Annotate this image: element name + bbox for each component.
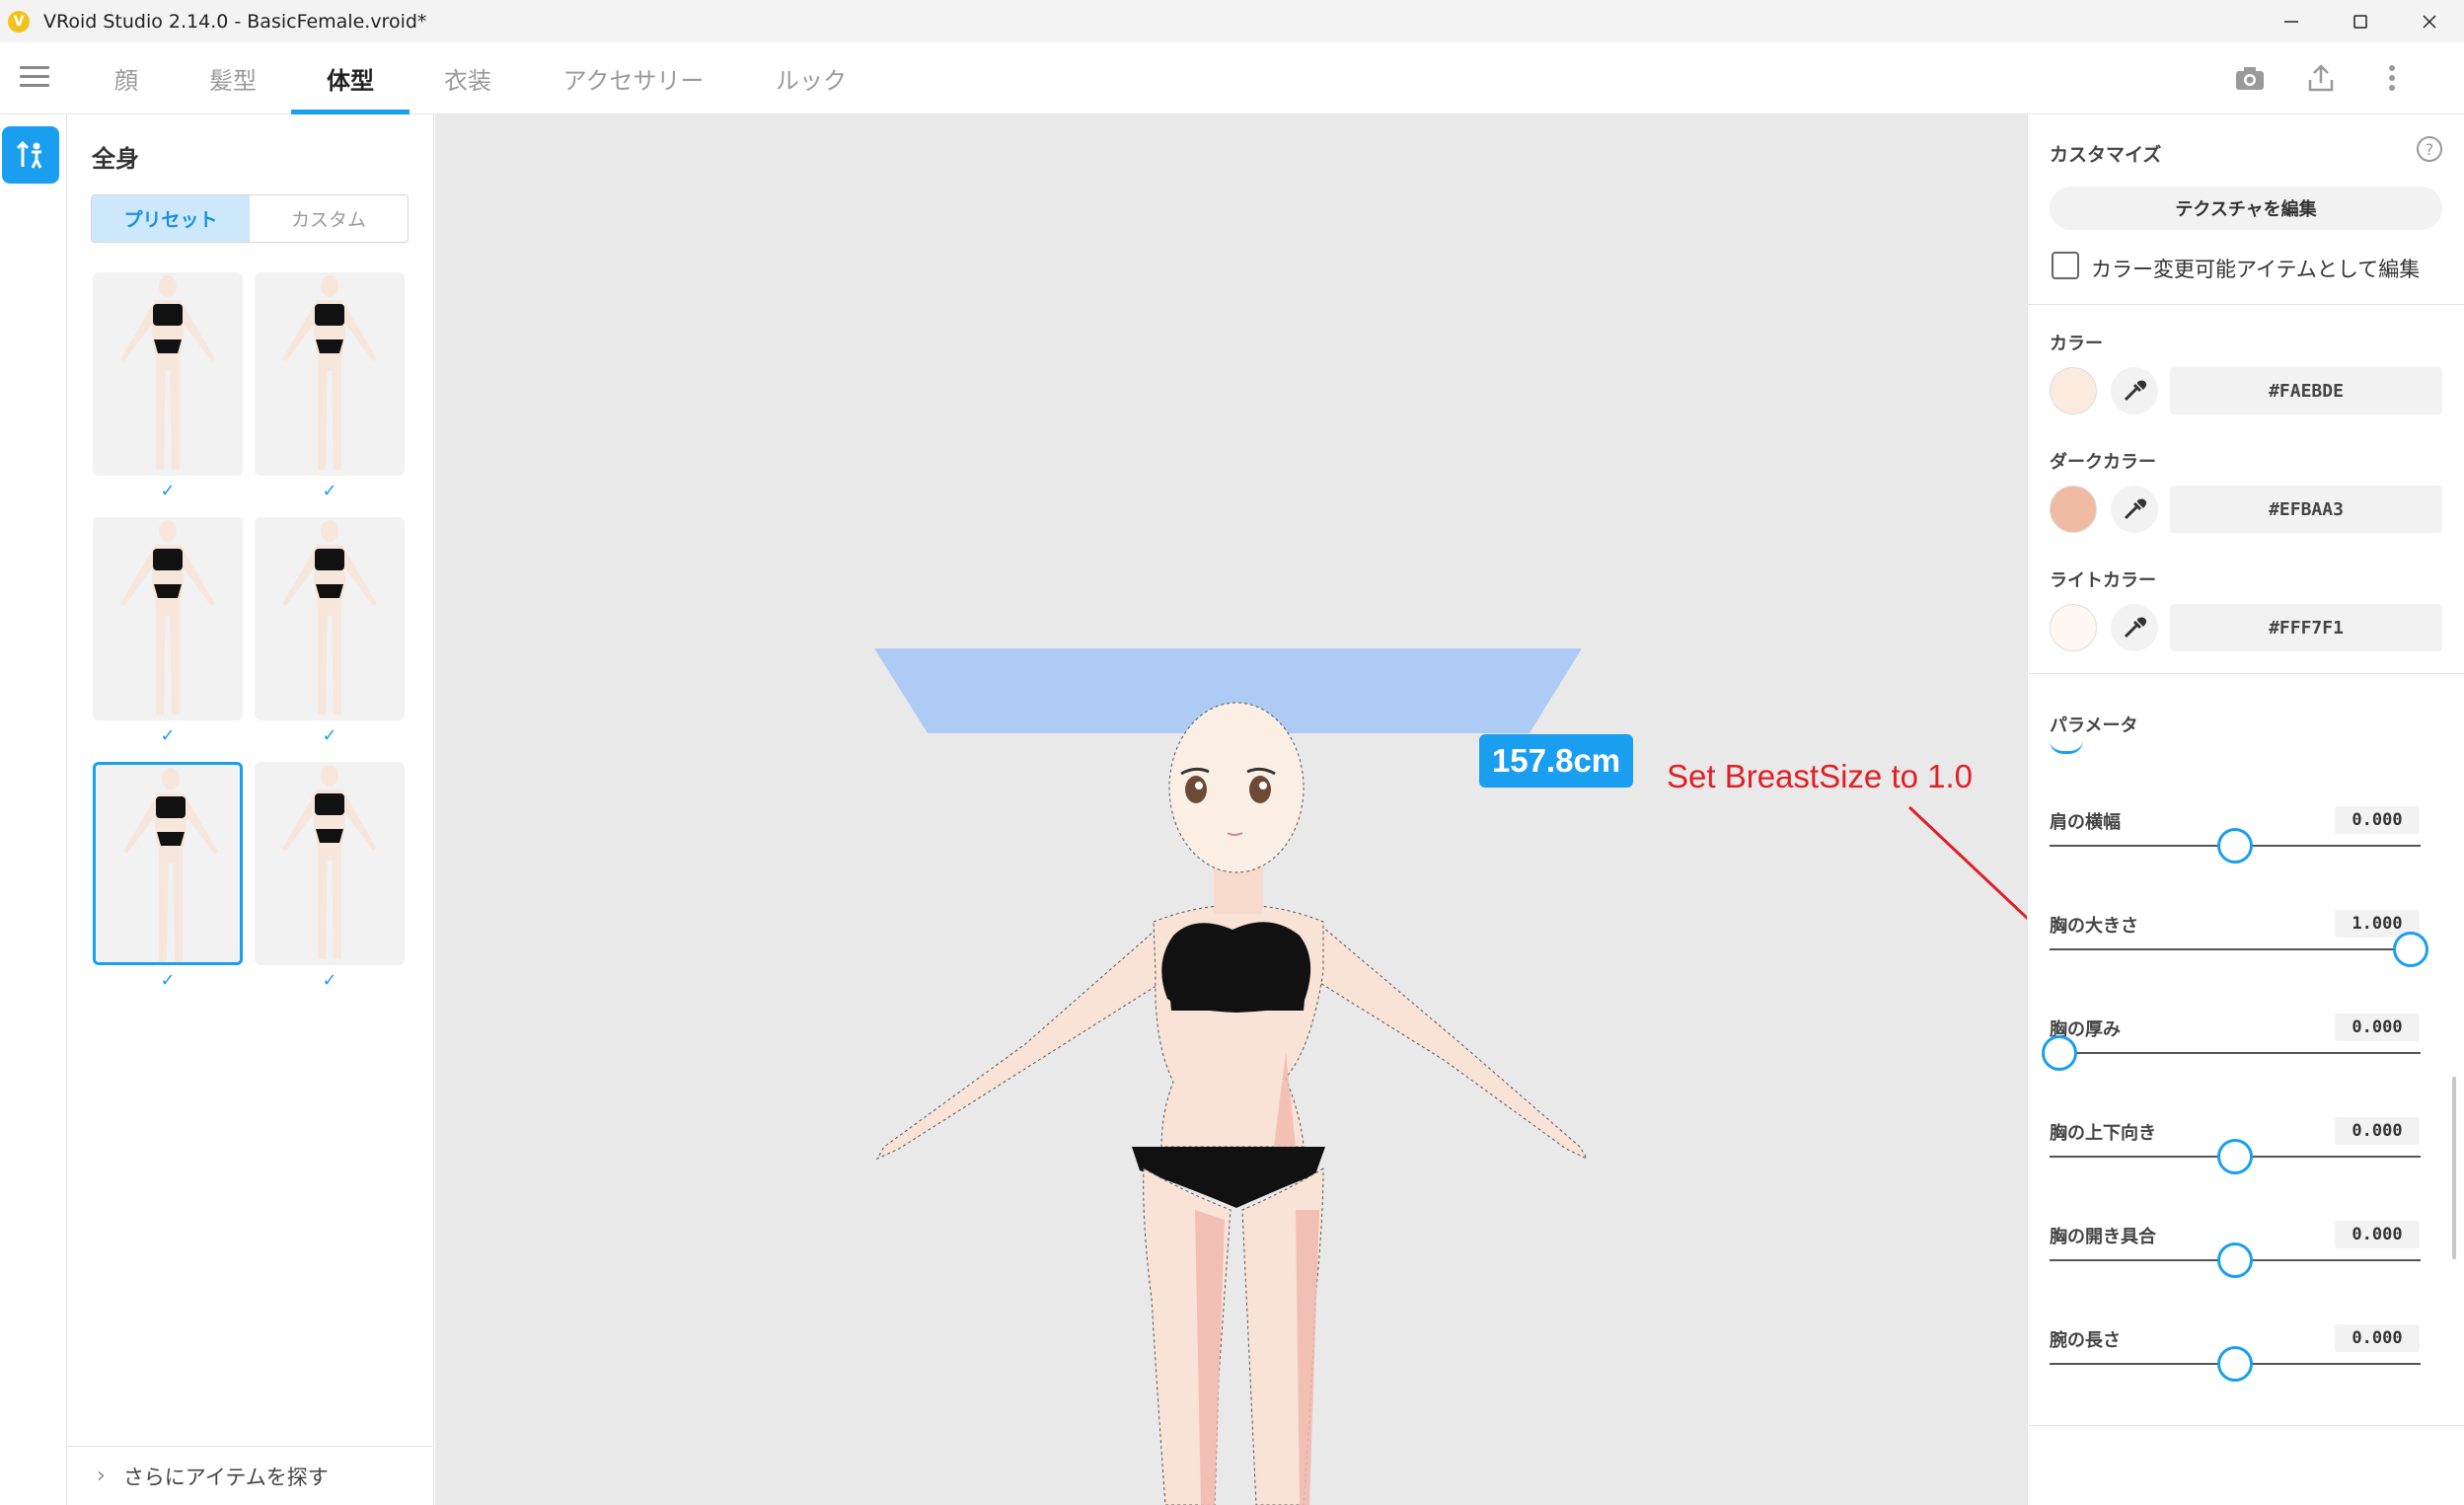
color-swatch[interactable]	[2050, 486, 2097, 533]
panel-title: 全身	[92, 145, 139, 173]
parameter-slider-handle[interactable]	[2217, 828, 2253, 864]
check-icon: ✓	[322, 970, 337, 991]
find-more-items-link[interactable]: › さらにアイテムを探す	[67, 1446, 434, 1505]
edit-texture-button[interactable]: テクスチャを編集	[2050, 187, 2442, 230]
parameter-value-field[interactable]: 0.000	[2335, 1221, 2420, 1248]
color-label: カラー	[2050, 334, 2103, 354]
parameter-slider-handle[interactable]	[2393, 932, 2428, 967]
color-hex-field[interactable]: #FFF7F1	[2170, 604, 2442, 651]
eyedropper-icon	[2124, 617, 2147, 639]
eyedropper-icon	[2124, 380, 2147, 402]
parameter-label: 腕の長さ	[2050, 1330, 2121, 1351]
height-label: 157.8cm	[1479, 734, 1633, 788]
chevron-right-icon: ›	[97, 1464, 106, 1488]
annotation-text: Set BreastSize to 1.0	[1667, 758, 1974, 794]
annotation-arrow	[1907, 805, 2027, 921]
panel-scrollbar[interactable]	[2452, 1077, 2456, 1259]
parameter-slider-handle[interactable]	[2217, 1242, 2253, 1278]
find-more-items-label: さらにアイテムを探す	[122, 1465, 329, 1489]
eyedropper-icon	[2124, 498, 2147, 520]
color-label: ダークカラー	[2050, 452, 2156, 473]
tab-face[interactable]: 顔	[99, 42, 154, 114]
preset-custom-toggle: プリセット カスタム	[91, 194, 409, 243]
app-logo-icon: V	[8, 10, 30, 33]
preset-thumbnail[interactable]	[93, 272, 243, 476]
color-hex-field[interactable]: #FAEBDE	[2170, 367, 2442, 414]
parameter-value-field[interactable]: 0.000	[2335, 806, 2420, 834]
category-rail	[0, 114, 67, 1505]
preset-thumbnail[interactable]	[93, 762, 243, 965]
3d-viewport[interactable]: 157.8cm Set BreastSize to 1.0	[435, 114, 2027, 1505]
more-vertical-icon[interactable]	[2374, 60, 2410, 96]
tab-look[interactable]: ルック	[762, 42, 860, 114]
parameter-value-field[interactable]: 0.000	[2335, 1117, 2420, 1145]
customize-panel: カスタマイズ ? テクスチャを編集 カラー変更可能アイテムとして編集 パラメータ…	[2027, 114, 2464, 1505]
parameter-slider-handle[interactable]	[2217, 1346, 2253, 1382]
color-swatch[interactable]	[2050, 604, 2097, 651]
parameter-label: 胸の上下向き	[2050, 1123, 2156, 1144]
preset-thumbnail[interactable]	[255, 762, 405, 965]
parameter-slider-track[interactable]	[2050, 948, 2421, 950]
customize-title: カスタマイズ	[2050, 144, 2162, 166]
title-bar: V VRoid Studio 2.14.0 - BasicFemale.vroi…	[0, 0, 2464, 42]
collapse-arc-icon	[2050, 740, 2083, 754]
maximize-button[interactable]	[2326, 0, 2395, 42]
parameter-slider-handle[interactable]	[2217, 1139, 2253, 1174]
check-icon: ✓	[160, 725, 176, 746]
parameter-label: 肩の横幅	[2050, 812, 2121, 833]
preset-tab[interactable]: プリセット	[92, 195, 250, 242]
whole-body-category-button[interactable]	[2, 126, 59, 184]
eyedropper-button[interactable]	[2111, 367, 2158, 414]
body-adjust-icon	[16, 140, 42, 169]
parameter-label: 胸の大きさ	[2050, 916, 2138, 937]
editable-color-checkbox-label: カラー変更可能アイテムとして編集	[2091, 258, 2421, 281]
minimize-button[interactable]	[2257, 0, 2326, 42]
parameter-value-field[interactable]: 0.000	[2335, 1014, 2420, 1041]
close-button[interactable]	[2395, 0, 2464, 42]
camera-icon[interactable]	[2232, 60, 2268, 96]
custom-tab[interactable]: カスタム	[250, 195, 408, 242]
tab-hairstyle[interactable]: 髪型	[193, 42, 272, 114]
check-icon: ✓	[160, 481, 176, 501]
help-icon[interactable]: ?	[2417, 136, 2442, 162]
parameters-title: パラメータ	[2050, 715, 2138, 736]
menu-icon[interactable]	[20, 66, 49, 90]
color-hex-field[interactable]: #EFBAA3	[2170, 486, 2442, 533]
preset-panel: 全身 プリセット カスタム › さらにアイテムを探す ✓ ✓ ✓ ✓ ✓ ✓	[67, 114, 434, 1505]
minimize-icon	[2284, 20, 2298, 23]
preset-thumbnail[interactable]	[93, 517, 243, 720]
eyedropper-button[interactable]	[2111, 604, 2158, 651]
parameter-slider-track[interactable]	[2050, 1052, 2421, 1054]
tab-body[interactable]: 体型	[291, 42, 410, 114]
eyedropper-button[interactable]	[2111, 486, 2158, 533]
check-icon: ✓	[322, 725, 337, 746]
parameter-value-field[interactable]: 0.000	[2335, 1324, 2420, 1352]
check-icon: ✓	[160, 970, 176, 991]
color-label: ライトカラー	[2050, 570, 2156, 591]
preset-thumbnail[interactable]	[255, 272, 405, 476]
parameter-slider-handle[interactable]	[2042, 1035, 2077, 1071]
parameter-label: 胸の開き具合	[2050, 1227, 2156, 1247]
character-model	[874, 648, 2027, 1505]
tab-outfit[interactable]: 衣装	[428, 42, 507, 114]
close-icon	[2423, 14, 2436, 29]
window-title: VRoid Studio 2.14.0 - BasicFemale.vroid*	[43, 10, 427, 33]
main-tab-bar: 顔 髪型 体型 衣装 アクセサリー ルック	[0, 42, 2464, 114]
maximize-icon	[2353, 14, 2367, 29]
color-swatch[interactable]	[2050, 367, 2097, 414]
check-icon: ✓	[322, 481, 337, 501]
editable-color-checkbox[interactable]	[2052, 252, 2079, 279]
preset-thumbnail[interactable]	[255, 517, 405, 720]
tab-accessory[interactable]: アクセサリー	[549, 42, 718, 114]
export-icon[interactable]	[2303, 60, 2339, 96]
